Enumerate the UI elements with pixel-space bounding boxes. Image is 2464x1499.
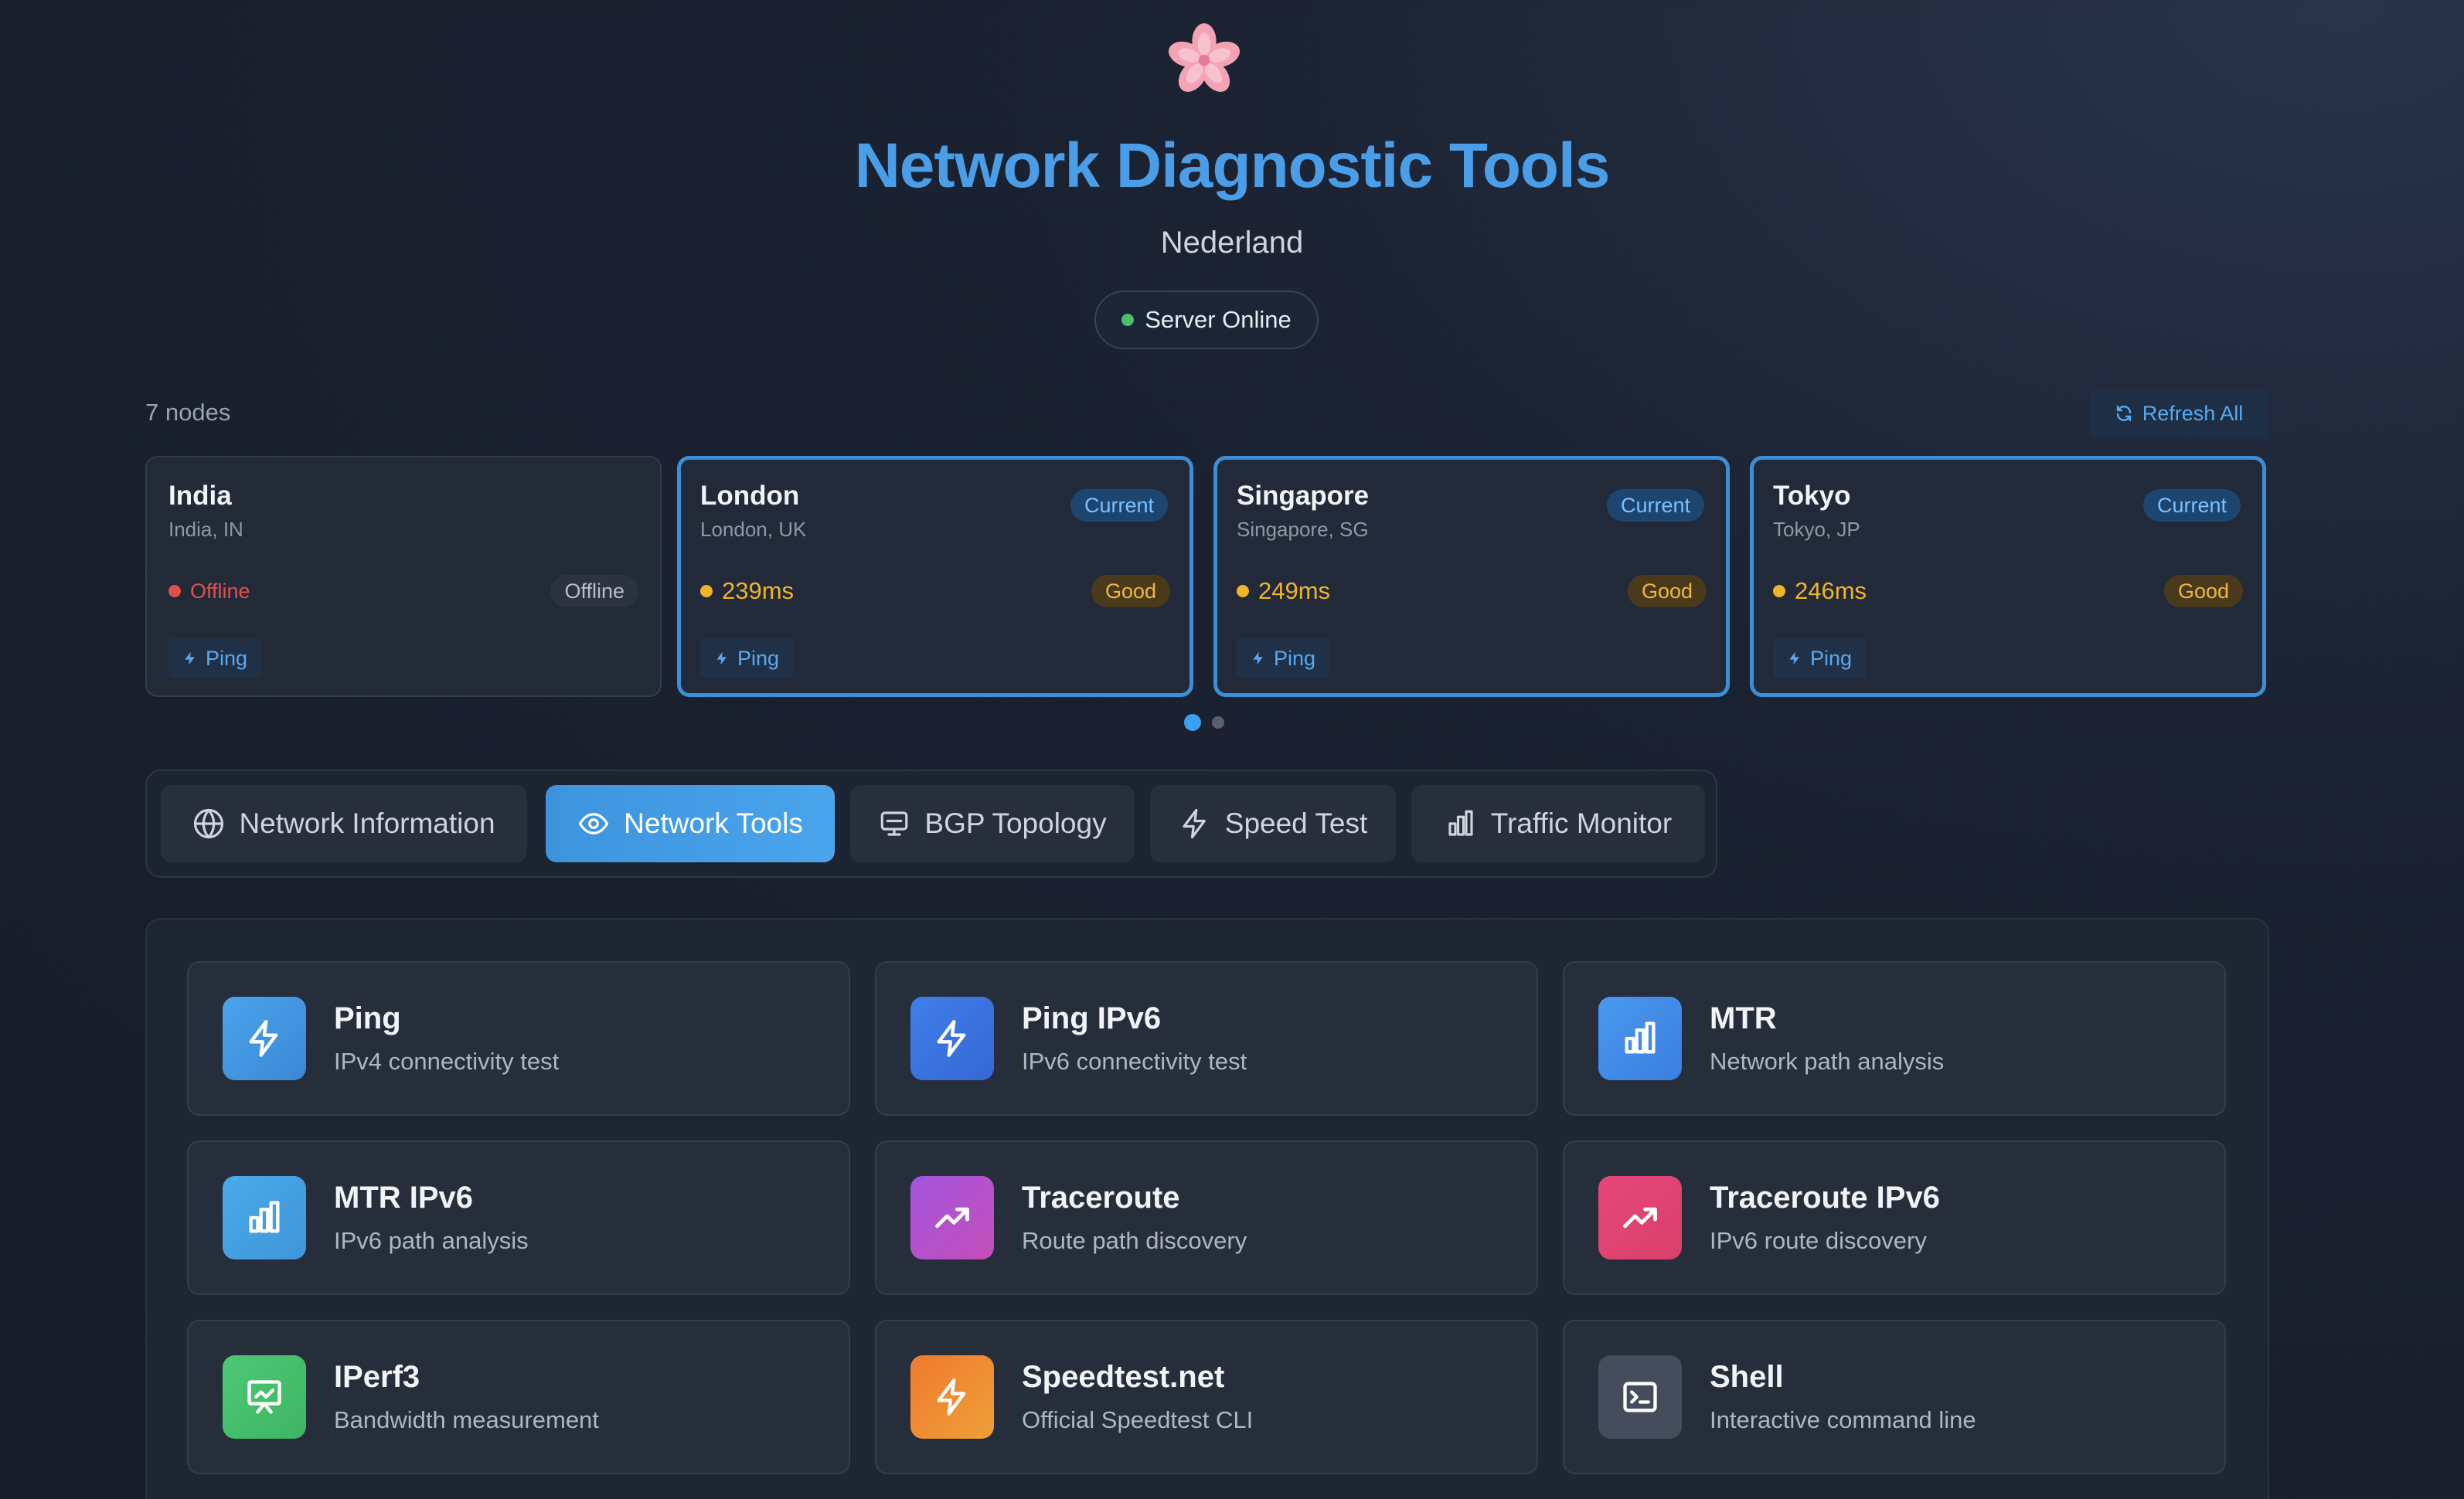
tool-card-mtr[interactable]: MTR Network path analysis <box>1563 961 2226 1116</box>
node-location: India, IN <box>168 518 243 541</box>
lightning-icon <box>1789 651 1799 665</box>
tool-description: IPv6 path analysis <box>334 1227 529 1254</box>
node-status: Offline <box>190 579 250 603</box>
server-status-badge: Server Online <box>1094 291 1319 349</box>
ping-button[interactable]: Ping <box>1773 638 1867 678</box>
lightning-icon <box>910 1355 994 1439</box>
tool-name: MTR IPv6 <box>334 1181 474 1215</box>
status-dot-icon <box>1121 314 1135 326</box>
lightning-icon <box>185 651 195 665</box>
eye-icon <box>579 813 609 834</box>
tool-description: Official Speedtest CLI <box>1022 1406 1254 1433</box>
latency-dot-icon <box>1237 585 1249 597</box>
lightning-icon <box>223 997 306 1080</box>
tool-description: Route path discovery <box>1022 1227 1247 1254</box>
tab-label: Network Tools <box>624 807 803 839</box>
tool-name: IPerf3 <box>334 1360 420 1394</box>
ping-button[interactable]: Ping <box>700 638 794 678</box>
bar-chart-icon <box>1448 810 1473 836</box>
tab-bgp-topology[interactable]: BGP Topology <box>850 785 1135 862</box>
trending-up-icon <box>910 1176 994 1259</box>
tool-card-shell[interactable]: Shell Interactive command line <box>1563 1320 2226 1474</box>
tab-network-information[interactable]: Network Information <box>161 785 527 862</box>
globe-icon <box>194 808 224 839</box>
node-latency: 246ms <box>1795 577 1867 604</box>
pager-dot[interactable] <box>1212 716 1224 729</box>
node-card-singapore[interactable]: Singapore Singapore, SG Current 249ms Go… <box>1213 456 1730 697</box>
node-latency: 249ms <box>1258 577 1331 604</box>
bar-chart-icon <box>1598 997 1682 1080</box>
carousel-pager <box>1184 714 1224 731</box>
tool-name: Speedtest.net <box>1022 1360 1225 1394</box>
ping-label: Ping <box>1274 646 1316 670</box>
tool-card-traceroute[interactable]: Traceroute Route path discovery <box>875 1140 1538 1295</box>
tool-description: IPv6 connectivity test <box>1022 1048 1247 1075</box>
tool-name: Shell <box>1710 1360 1784 1394</box>
refresh-icon <box>2116 405 2131 422</box>
ping-label: Ping <box>737 646 780 670</box>
lightning-icon <box>910 997 994 1080</box>
tool-name: Traceroute IPv6 <box>1710 1181 1940 1215</box>
bar-chart-icon <box>223 1176 306 1259</box>
tab-network-tools[interactable]: Network Tools <box>546 785 835 862</box>
current-badge: Current <box>2142 489 2241 522</box>
current-badge: Current <box>1070 489 1168 522</box>
ping-button[interactable]: Ping <box>168 638 262 678</box>
tool-card-traceroute-ipv6[interactable]: Traceroute IPv6 IPv6 route discovery <box>1563 1140 2226 1295</box>
quality-badge: Good <box>1091 575 1170 607</box>
trending-up-icon <box>1598 1176 1682 1259</box>
ping-label: Ping <box>1810 646 1853 670</box>
tool-card-ping[interactable]: Ping IPv4 connectivity test <box>187 961 850 1116</box>
tool-description: IPv6 route discovery <box>1710 1227 1927 1254</box>
tool-name: Ping <box>334 1001 401 1035</box>
tool-description: IPv4 connectivity test <box>334 1048 560 1075</box>
tool-card-speedtest[interactable]: Speedtest.net Official Speedtest CLI <box>875 1320 1538 1474</box>
tab-traffic-monitor[interactable]: Traffic Monitor <box>1411 785 1705 862</box>
tool-name: Traceroute <box>1022 1181 1180 1215</box>
page-title: Network Diagnostic Tools <box>854 131 1611 201</box>
node-card-tokyo[interactable]: Tokyo Tokyo, JP Current 246ms Good Ping <box>1750 456 2266 697</box>
latency-dot-icon <box>700 585 713 597</box>
tab-label: Speed Test <box>1224 807 1368 839</box>
quality-badge: Offline <box>550 575 638 607</box>
tool-description: Network path analysis <box>1710 1048 1945 1075</box>
monitor-icon <box>881 811 908 836</box>
node-latency: 239ms <box>722 577 795 604</box>
offline-dot-icon <box>168 585 181 597</box>
server-status-label: Server Online <box>1145 306 1292 333</box>
tool-card-ping-ipv6[interactable]: Ping IPv6 IPv6 connectivity test <box>875 961 1538 1116</box>
quality-badge: Good <box>1627 575 1707 607</box>
latency-dot-icon <box>1773 585 1785 597</box>
cherry-blossom-icon <box>1168 23 1241 92</box>
tool-card-mtr-ipv6[interactable]: MTR IPv6 IPv6 path analysis <box>187 1140 850 1295</box>
tool-description: Interactive command line <box>1710 1406 1976 1433</box>
tool-name: Ping IPv6 <box>1022 1001 1162 1035</box>
lightning-icon <box>1183 808 1206 839</box>
tool-name: MTR <box>1710 1001 1777 1035</box>
pager-dot-active[interactable] <box>1184 714 1201 731</box>
tool-description: Bandwidth measurement <box>334 1406 599 1433</box>
quality-badge: Good <box>2163 575 2243 607</box>
lightning-icon <box>716 651 727 665</box>
tools-panel: Ping IPv4 connectivity test Ping IPv6 IP… <box>145 918 2269 1499</box>
refresh-all-button[interactable]: Refresh All <box>2090 389 2268 437</box>
tab-bar: Network Information Network Tools BGP To… <box>145 770 1717 878</box>
lightning-icon <box>1253 651 1263 665</box>
location-subtitle: Nederland <box>1160 226 1304 260</box>
node-count: 7 nodes <box>145 399 231 426</box>
tab-label: Network Information <box>239 807 495 839</box>
node-card-london[interactable]: London London, UK Current 239ms Good Pin… <box>677 456 1193 697</box>
terminal-icon <box>1598 1355 1682 1439</box>
current-badge: Current <box>1606 489 1704 522</box>
tab-label: Traffic Monitor <box>1490 807 1673 839</box>
tool-card-iperf3[interactable]: IPerf3 Bandwidth measurement <box>187 1320 850 1474</box>
ping-button[interactable]: Ping <box>1237 638 1330 678</box>
node-card-india[interactable]: India India, IN Offline Offline Ping <box>145 456 662 697</box>
ping-label: Ping <box>206 646 248 670</box>
presentation-chart-icon <box>223 1355 306 1439</box>
tab-label: BGP Topology <box>924 807 1107 839</box>
refresh-all-label: Refresh All <box>2142 401 2244 425</box>
tab-speed-test[interactable]: Speed Test <box>1150 785 1396 862</box>
node-name: India <box>168 481 232 511</box>
